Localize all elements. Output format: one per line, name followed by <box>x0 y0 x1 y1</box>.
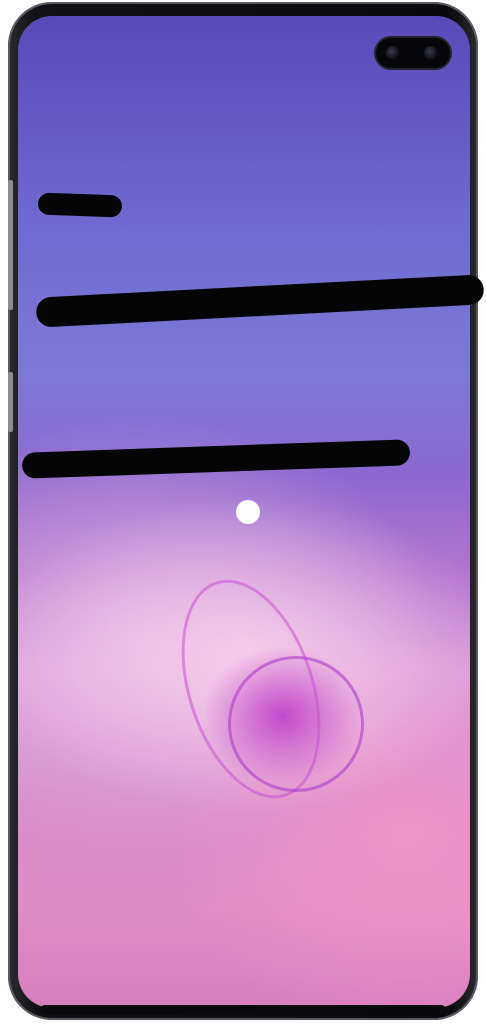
redaction-mark-1 <box>37 192 123 218</box>
camera-lens-icon <box>424 46 438 60</box>
camera-lens-icon <box>386 46 400 60</box>
bottom-bezel <box>40 1005 446 1015</box>
volume-key <box>8 180 13 310</box>
wallpaper-swirl <box>228 656 364 792</box>
front-camera <box>376 38 450 68</box>
touch-indicator-dot[interactable] <box>236 500 260 524</box>
bixby-key <box>8 372 13 432</box>
